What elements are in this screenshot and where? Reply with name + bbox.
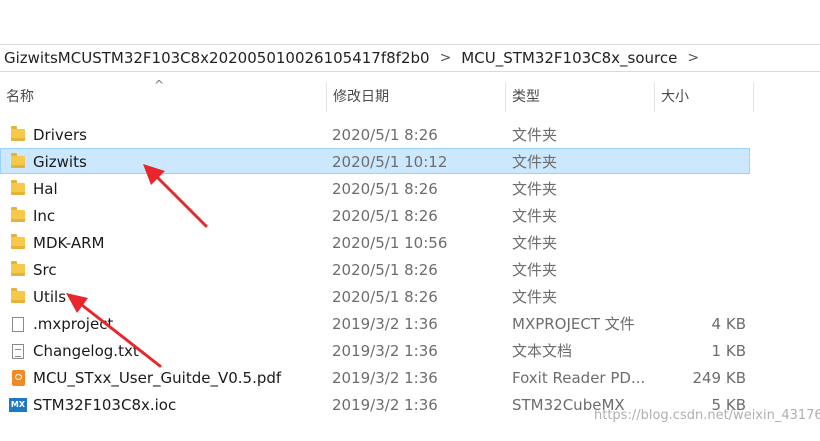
column-header-name-label: 名称 (6, 89, 34, 105)
address-bar[interactable]: GizwitsMCUSTM32F103C8x202005010026105417… (0, 44, 820, 72)
file-size (651, 230, 746, 256)
stm32cubemx-file-icon: MX (9, 398, 27, 412)
file-size: 1 KB (711, 342, 746, 360)
file-name: Changelog.txt (33, 342, 139, 360)
file-type: 文件夹 (512, 288, 558, 306)
file-type: 文件夹 (512, 234, 558, 252)
file-name: Gizwits (33, 153, 87, 171)
file-date: 2020/5/1 8:26 (332, 180, 438, 198)
pdf-file-icon (11, 370, 25, 386)
file-date: 2019/3/2 1:36 (332, 342, 438, 360)
folder-icon (11, 180, 25, 195)
file-row-gizwits[interactable]: Gizwits 2020/5/1 10:12 文件夹 (0, 148, 750, 174)
file-name: Drivers (33, 126, 87, 144)
file-type: 文件夹 (512, 261, 558, 279)
file-size: 249 KB (692, 369, 746, 387)
file-type: 文件夹 (512, 153, 558, 171)
window-top-area (0, 0, 820, 38)
folder-icon (11, 234, 25, 249)
column-header-size[interactable]: 大小 (655, 78, 753, 114)
breadcrumb-item-project[interactable]: GizwitsMCUSTM32F103C8x202005010026105417… (0, 49, 434, 67)
file-size (651, 257, 746, 283)
file-date: 2020/5/1 8:26 (332, 288, 438, 306)
column-header-type-label: 类型 (512, 89, 540, 105)
column-header-date-label: 修改日期 (333, 89, 389, 105)
breadcrumb-separator[interactable]: > (434, 50, 458, 66)
file-type: 文件夹 (512, 180, 558, 198)
text-file-icon (12, 343, 24, 359)
file-row-user-guide-pdf[interactable]: MCU_STxx_User_Guitde_V0.5.pdf 2019/3/2 1… (0, 364, 750, 390)
file-row-hal[interactable]: Hal 2020/5/1 8:26 文件夹 (0, 175, 750, 201)
file-size (651, 122, 746, 148)
file-row-src[interactable]: Src 2020/5/1 8:26 文件夹 (0, 256, 750, 282)
sort-ascending-icon: ^ (154, 78, 165, 92)
file-type: 文件夹 (512, 126, 558, 144)
file-name: Inc (33, 207, 56, 225)
file-name: Hal (33, 180, 58, 198)
file-date: 2019/3/2 1:36 (332, 315, 438, 333)
file-type: Foxit Reader PD... (512, 369, 646, 387)
column-header-size-label: 大小 (661, 89, 689, 105)
file-row-utils[interactable]: Utils 2020/5/1 8:26 文件夹 (0, 283, 750, 309)
file-row-changelog[interactable]: Changelog.txt 2019/3/2 1:36 文本文档 1 KB (0, 337, 750, 363)
file-date: 2020/5/1 8:26 (332, 126, 438, 144)
file-size: 4 KB (711, 315, 746, 333)
file-size (651, 284, 746, 310)
file-size (651, 203, 746, 229)
file-size (651, 176, 746, 202)
file-name: Utils (33, 288, 67, 306)
file-icon (12, 316, 24, 332)
breadcrumb-separator[interactable]: > (681, 50, 705, 66)
file-date: 2020/5/1 8:26 (332, 261, 438, 279)
column-header-row: 名称 ^ 修改日期 类型 大小 (0, 78, 820, 114)
file-type: 文件夹 (512, 207, 558, 225)
folder-icon (11, 261, 25, 276)
file-row-mdk-arm[interactable]: MDK-ARM 2020/5/1 10:56 文件夹 (0, 229, 750, 255)
watermark: https://blog.csdn.net/weixin_43176183 (594, 408, 820, 423)
file-name: MCU_STxx_User_Guitde_V0.5.pdf (33, 369, 282, 387)
column-header-date[interactable]: 修改日期 (327, 78, 505, 114)
file-date: 2019/3/2 1:36 (332, 369, 438, 387)
file-date: 2020/5/1 10:56 (332, 234, 448, 252)
file-type: 文本文档 (512, 342, 573, 360)
file-name: STM32F103C8x.ioc (33, 396, 177, 414)
file-row-drivers[interactable]: Drivers 2020/5/1 8:26 文件夹 (0, 121, 750, 147)
column-divider[interactable] (753, 82, 754, 112)
file-date: 2019/3/2 1:36 (332, 396, 438, 414)
file-date: 2020/5/1 8:26 (332, 207, 438, 225)
breadcrumb-item-source[interactable]: MCU_STM32F103C8x_source (457, 49, 681, 67)
file-name: MDK-ARM (33, 234, 105, 252)
file-type: MXPROJECT 文件 (512, 315, 635, 333)
file-row-inc[interactable]: Inc 2020/5/1 8:26 文件夹 (0, 202, 750, 228)
file-name: Src (33, 261, 57, 279)
folder-icon (11, 126, 25, 141)
folder-icon (11, 207, 25, 222)
folder-icon (11, 288, 25, 303)
file-size (651, 149, 746, 175)
file-date: 2020/5/1 10:12 (332, 153, 448, 171)
file-name: .mxproject (33, 315, 114, 333)
folder-icon (11, 153, 25, 168)
column-header-type[interactable]: 类型 (506, 78, 654, 114)
file-row-mxproject[interactable]: .mxproject 2019/3/2 1:36 MXPROJECT 文件 4 … (0, 310, 750, 336)
